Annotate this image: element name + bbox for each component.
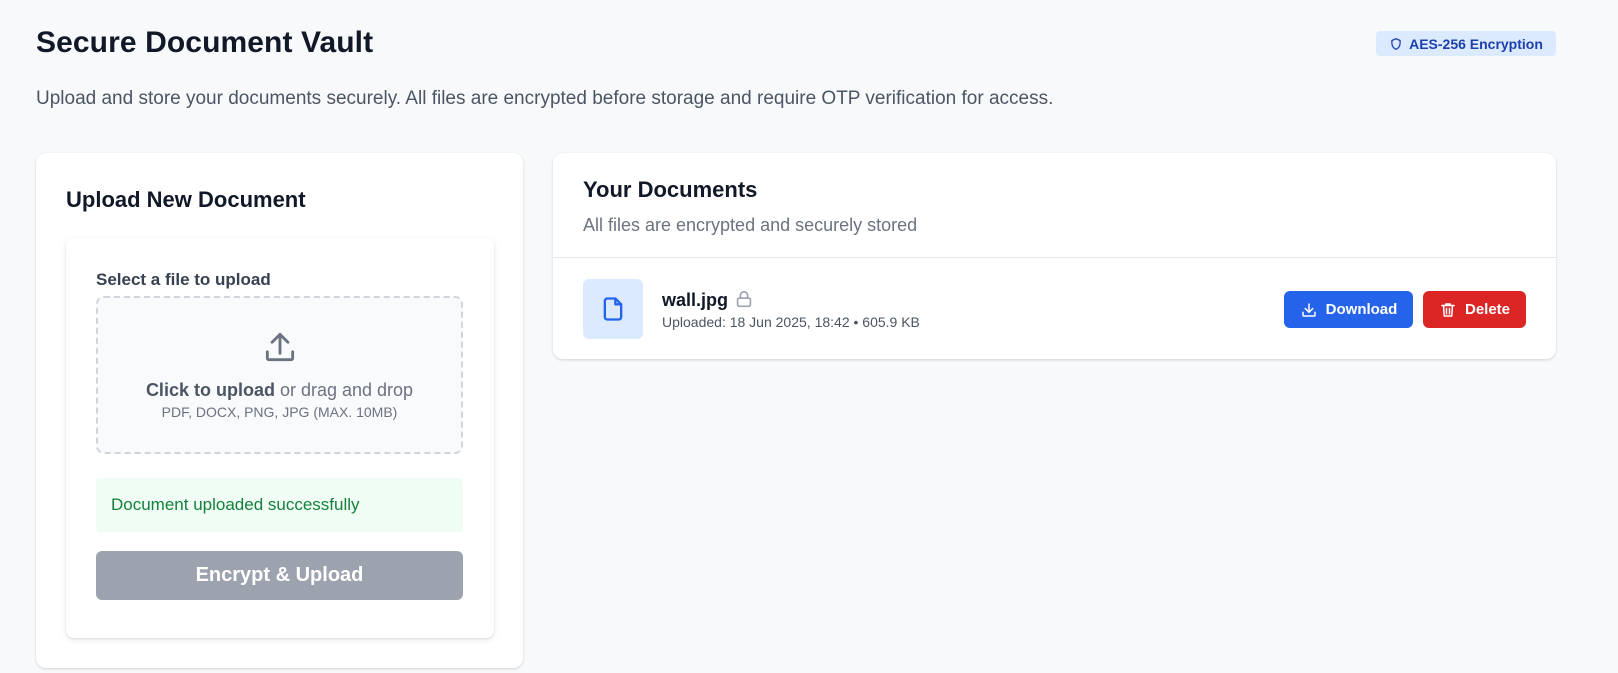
documents-title: Your Documents: [583, 177, 758, 202]
encryption-badge-label: AES-256 Encryption: [1409, 35, 1543, 52]
success-alert: Document uploaded successfully: [96, 478, 463, 532]
trash-icon: [1441, 302, 1455, 317]
upload-card: Upload New Document Select a file to upl…: [36, 153, 523, 668]
file-icon-container: [583, 279, 643, 339]
documents-subtitle: All files are encrypted and securely sto…: [583, 215, 918, 235]
drag-drop-text: or drag and drop: [274, 380, 414, 400]
select-file-label: Select a file to upload: [96, 270, 271, 289]
upload-icon: [265, 332, 295, 362]
page-subtitle: Upload and store your documents securely…: [36, 88, 1054, 109]
delete-label: Delete: [1464, 301, 1511, 318]
encryption-badge: AES-256 Encryption: [1376, 31, 1556, 56]
allowed-formats: PDF, DOCX, PNG, JPG (MAX. 10MB): [161, 404, 398, 420]
encrypt-upload-button[interactable]: Encrypt & Upload: [96, 551, 463, 600]
documents-card: Your Documents All files are encrypted a…: [553, 153, 1556, 359]
file-dropzone[interactable]: Click to upload or drag and drop PDF, DO…: [96, 296, 463, 454]
click-to-upload-text[interactable]: Click to upload: [146, 380, 275, 400]
download-button[interactable]: Download: [1284, 291, 1413, 328]
document-name: wall.jpg: [662, 290, 729, 310]
download-label: Download: [1325, 301, 1398, 318]
download-icon: [1301, 302, 1316, 317]
upload-card-title: Upload New Document: [66, 187, 306, 212]
delete-button[interactable]: Delete: [1423, 291, 1526, 328]
lock-icon: [736, 290, 752, 308]
file-icon: [603, 297, 623, 321]
document-meta: Uploaded: 18 Jun 2025, 18:42 • 605.9 KB: [662, 314, 920, 330]
divider: [553, 257, 1556, 258]
shield-icon: [1391, 37, 1401, 50]
dropzone-instruction: Click to upload or drag and drop: [98, 380, 461, 401]
page-title: Secure Document Vault: [36, 26, 374, 59]
upload-form: Select a file to upload Click to upload …: [66, 238, 494, 638]
